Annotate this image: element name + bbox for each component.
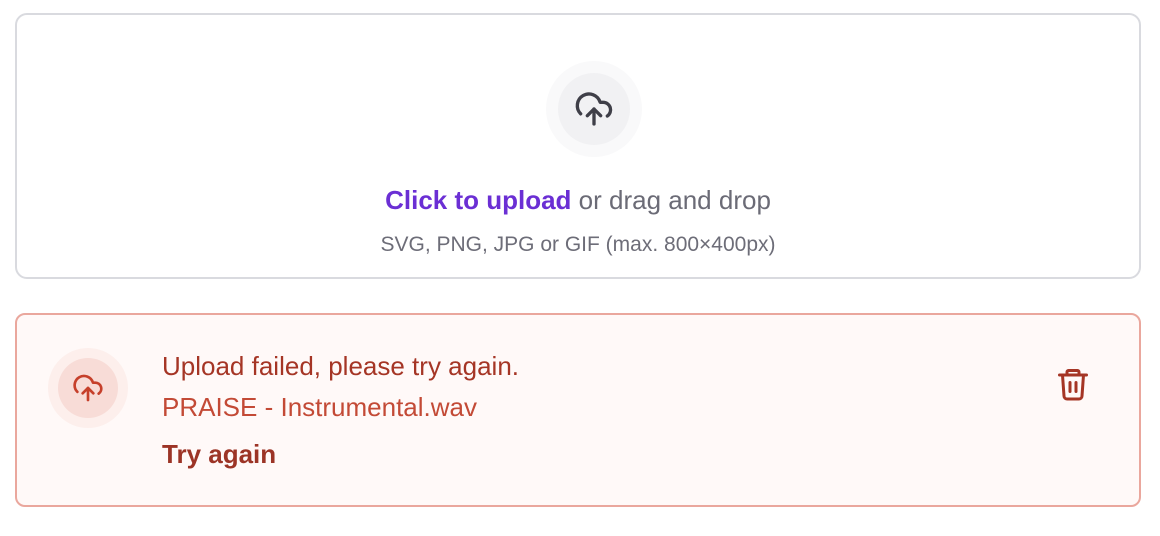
error-icon-badge [48, 348, 128, 428]
upload-icon-badge [546, 61, 642, 157]
file-name: PRAISE - Instrumental.wav [162, 392, 477, 422]
cloud-upload-icon [73, 374, 103, 402]
cloud-upload-icon [575, 92, 613, 126]
drag-and-drop-text: or drag and drop [571, 185, 771, 215]
file-type-hint: SVG, PNG, JPG or GIF (max. 800×400px) [380, 233, 776, 256]
try-again-button[interactable]: Try again [162, 439, 276, 470]
upload-instruction: Click to upload or drag and drop [17, 185, 1139, 216]
click-to-upload-link[interactable]: Click to upload [385, 185, 571, 215]
delete-button[interactable] [1053, 364, 1093, 404]
error-message: Upload failed, please try again. [162, 351, 520, 381]
upload-error-item: Upload failed, please try again. PRAISE … [15, 313, 1141, 507]
trash-icon [1058, 369, 1088, 401]
upload-dropzone[interactable]: Click to upload or drag and drop SVG, PN… [15, 13, 1141, 279]
